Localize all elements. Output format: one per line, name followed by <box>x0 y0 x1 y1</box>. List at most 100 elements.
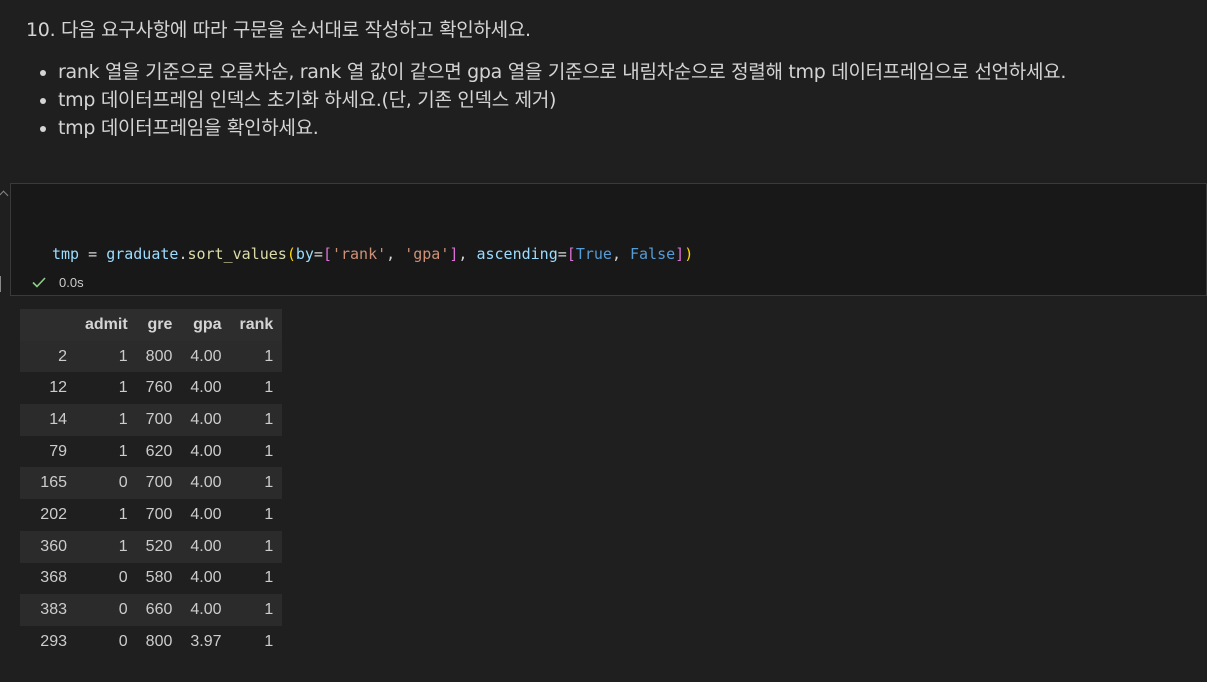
table-cell: 4.00 <box>190 474 222 492</box>
list-item: rank 열을 기준으로 오름차순, rank 열 값이 같으면 gpa 열을 … <box>58 58 1201 86</box>
execution-status: 0.0s <box>31 272 84 292</box>
table-row: 360 1 520 4.00 1 <box>20 530 283 563</box>
code-token: , <box>458 245 477 263</box>
code-token: ( <box>286 245 296 263</box>
table-cell: 4.00 <box>190 537 222 555</box>
table-cell: 0 <box>118 632 128 650</box>
table-cell: 700 <box>145 410 173 428</box>
table-cell: 700 <box>145 505 173 523</box>
code-token: = <box>79 245 107 263</box>
table-cell: 1 <box>118 410 128 428</box>
row-index: 12 <box>49 379 67 397</box>
row-index: 14 <box>49 410 67 428</box>
code-token: sort_values <box>187 245 287 263</box>
cell-collapse-icon[interactable] <box>0 190 9 201</box>
code-token: , <box>386 245 405 263</box>
table-cell: 1 <box>264 632 274 650</box>
table-cell: 1 <box>264 410 274 428</box>
code-token: by <box>295 245 314 263</box>
code-line-1: tmp = graduate.sort_values(by=['rank', '… <box>52 243 693 266</box>
row-index: 383 <box>40 601 67 619</box>
code-token: 'gpa' <box>404 245 450 263</box>
markdown-cell[interactable]: 10. 다음 요구사항에 따라 구문을 순서대로 작성하고 확인하세요. ran… <box>26 14 1201 142</box>
check-icon <box>31 274 47 290</box>
index-header <box>20 309 76 341</box>
code-token: [ <box>322 245 332 263</box>
markdown-heading: 10. 다음 요구사항에 따라 구문을 순서대로 작성하고 확인하세요. <box>26 19 531 41</box>
column-header: admit <box>85 315 128 333</box>
table-cell: 4.00 <box>190 569 222 587</box>
table-row: 368 0 580 4.00 1 <box>20 562 283 595</box>
table-cell: 4.00 <box>190 410 222 428</box>
code-token: = <box>313 245 323 263</box>
table-cell: 800 <box>145 347 173 365</box>
list-item: tmp 데이터프레임을 확인하세요. <box>58 114 1201 142</box>
column-header: gpa <box>193 315 222 333</box>
table-cell: 1 <box>264 601 274 619</box>
table-row: 2 1 800 4.00 1 <box>20 340 283 373</box>
row-index: 79 <box>49 442 67 460</box>
table-cell: 1 <box>118 347 128 365</box>
table-cell: 1 <box>264 569 274 587</box>
table-cell: 0 <box>118 474 128 492</box>
code-token: ] <box>675 245 685 263</box>
table-cell: 1 <box>118 537 128 555</box>
table-cell: 1 <box>118 442 128 460</box>
table-cell: 660 <box>145 601 173 619</box>
table-cell: 0 <box>118 601 128 619</box>
table-cell: 580 <box>145 569 173 587</box>
code-token: , <box>611 245 630 263</box>
table-row: 293 0 800 3.97 1 <box>20 625 283 658</box>
code-cell[interactable]: tmp = graduate.sort_values(by=['rank', '… <box>10 183 1207 401</box>
table-row: 165 0 700 4.00 1 <box>20 467 283 500</box>
code-token: 'rank' <box>331 245 387 263</box>
table-cell: 1 <box>264 379 274 397</box>
row-index: 293 <box>40 632 67 650</box>
table-cell: 620 <box>145 442 173 460</box>
table-cell: 800 <box>145 632 173 650</box>
table-cell: 1 <box>264 442 274 460</box>
table-cell: 1 <box>118 379 128 397</box>
row-index: 165 <box>40 474 67 492</box>
table-cell: 3.97 <box>190 632 222 650</box>
table-row: 202 1 700 4.00 1 <box>20 499 283 531</box>
table-row: 383 0 660 4.00 1 <box>20 594 283 626</box>
code-token: graduate <box>106 245 179 263</box>
list-item: tmp 데이터프레임 인덱스 초기화 하세요.(단, 기존 인덱스 제거) <box>58 86 1201 114</box>
table-cell: 520 <box>145 537 173 555</box>
table-cell: 0 <box>118 569 128 587</box>
table-cell: 760 <box>145 379 173 397</box>
row-index: 360 <box>40 537 67 555</box>
requirements-list: rank 열을 기준으로 오름차순, rank 열 값이 같으면 gpa 열을 … <box>26 58 1201 142</box>
table-cell: 700 <box>145 474 173 492</box>
table-cell: 4.00 <box>190 505 222 523</box>
code-token: [ <box>566 245 576 263</box>
code-token: True <box>575 245 612 263</box>
table-cell: 4.00 <box>190 442 222 460</box>
dataframe-output: admit gre gpa rank 2 1 800 4.00 1 12 1 760 4.00… <box>20 309 283 658</box>
table-header-row: admit gre gpa rank <box>20 309 283 341</box>
row-index: 202 <box>40 505 67 523</box>
code-token: ) <box>684 245 694 263</box>
table-cell: 1 <box>264 347 274 365</box>
code-token: ascending <box>476 245 558 263</box>
column-header: rank <box>239 315 274 333</box>
column-header: gre <box>147 315 173 333</box>
cell-gutter-indicator <box>0 276 1 292</box>
row-index: 2 <box>58 347 67 365</box>
table-cell: 1 <box>264 505 274 523</box>
code-token: = <box>557 245 567 263</box>
table-row: 79 1 620 4.00 1 <box>20 435 283 468</box>
table-cell: 4.00 <box>190 379 222 397</box>
code-token: tmp <box>52 245 80 263</box>
table-cell: 4.00 <box>190 347 222 365</box>
table-row: 12 1 760 4.00 1 <box>20 372 283 405</box>
code-token: False <box>630 245 676 263</box>
table-cell: 1 <box>118 505 128 523</box>
table-cell: 4.00 <box>190 601 222 619</box>
row-index: 368 <box>40 569 67 587</box>
execution-time: 0.0s <box>59 274 84 290</box>
table-row: 14 1 700 4.00 1 <box>20 404 283 436</box>
table-cell: 1 <box>264 474 274 492</box>
table-cell: 1 <box>264 537 274 555</box>
